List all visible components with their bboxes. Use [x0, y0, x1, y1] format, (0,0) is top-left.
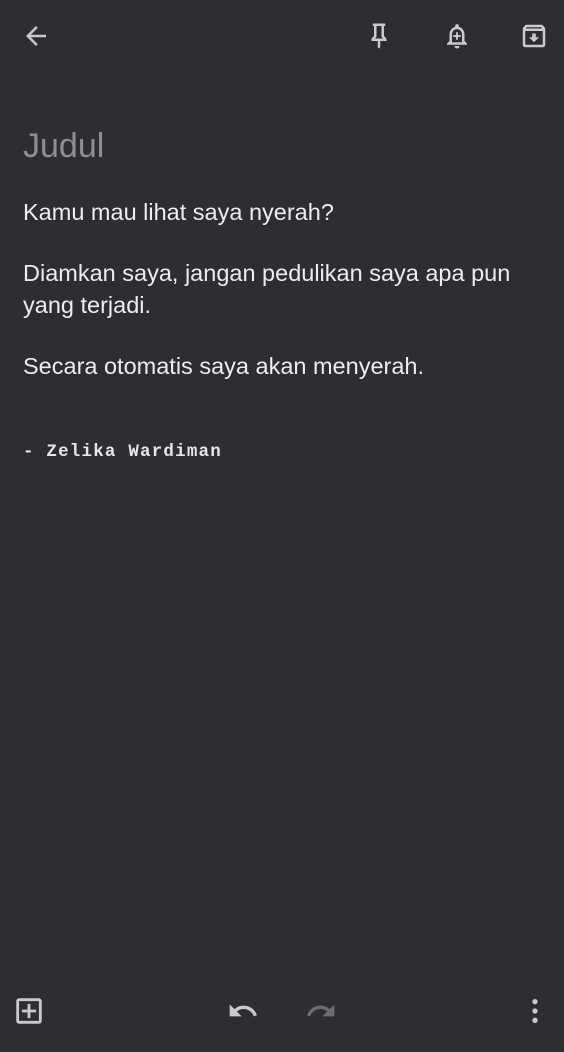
note-body[interactable]: Kamu mau lihat saya nyerah? Diamkan saya…	[23, 196, 543, 411]
note-paragraph: Kamu mau lihat saya nyerah?	[23, 199, 334, 225]
more-vertical-icon[interactable]	[511, 987, 559, 1035]
reminder-bell-plus-icon[interactable]	[433, 12, 481, 60]
back-arrow-icon[interactable]	[12, 12, 60, 60]
note-title-placeholder[interactable]: Judul	[23, 124, 104, 168]
note-paragraph: Secara otomatis saya akan menyerah.	[23, 353, 425, 379]
archive-icon[interactable]	[510, 12, 558, 60]
note-paragraph: Diamkan saya, jangan pedulikan saya apa …	[23, 260, 517, 318]
note-signature: - Zelika Wardiman	[23, 442, 222, 462]
redo-icon[interactable]	[297, 987, 345, 1035]
undo-icon[interactable]	[219, 987, 267, 1035]
bottom-toolbar	[0, 986, 564, 1052]
add-box-icon[interactable]	[5, 987, 53, 1035]
top-app-bar	[0, 0, 564, 76]
pin-icon[interactable]	[355, 12, 403, 60]
